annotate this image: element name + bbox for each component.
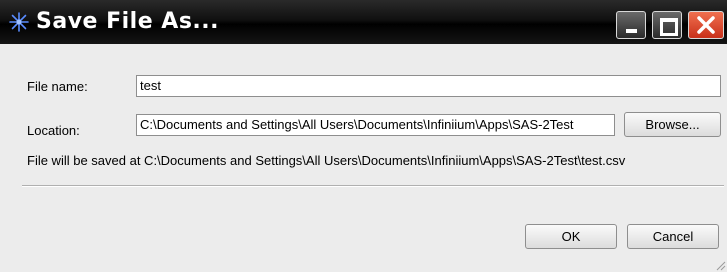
maximize-button[interactable] xyxy=(652,11,682,39)
separator xyxy=(22,185,724,187)
ok-button[interactable]: OK xyxy=(525,224,617,249)
save-path-info: File will be saved at C:\Documents and S… xyxy=(27,153,626,168)
save-file-dialog: Save File As... File name: test Location… xyxy=(0,0,727,272)
cancel-button[interactable]: Cancel xyxy=(627,224,719,249)
minimize-button[interactable] xyxy=(616,11,646,39)
title-bar[interactable]: Save File As... xyxy=(0,0,727,44)
location-input[interactable]: C:\Documents and Settings\All Users\Docu… xyxy=(136,114,615,136)
close-icon xyxy=(697,16,715,34)
file-name-input[interactable]: test xyxy=(136,75,721,97)
resize-grip-icon[interactable] xyxy=(716,261,726,271)
dialog-title: Save File As... xyxy=(36,9,219,34)
location-label: Location: xyxy=(27,123,80,138)
file-name-label: File name: xyxy=(27,79,88,94)
dialog-body: File name: test Location: C:\Documents a… xyxy=(0,44,727,272)
agilent-spark-icon xyxy=(9,12,29,32)
close-button[interactable] xyxy=(688,11,724,39)
browse-button[interactable]: Browse... xyxy=(624,112,721,137)
